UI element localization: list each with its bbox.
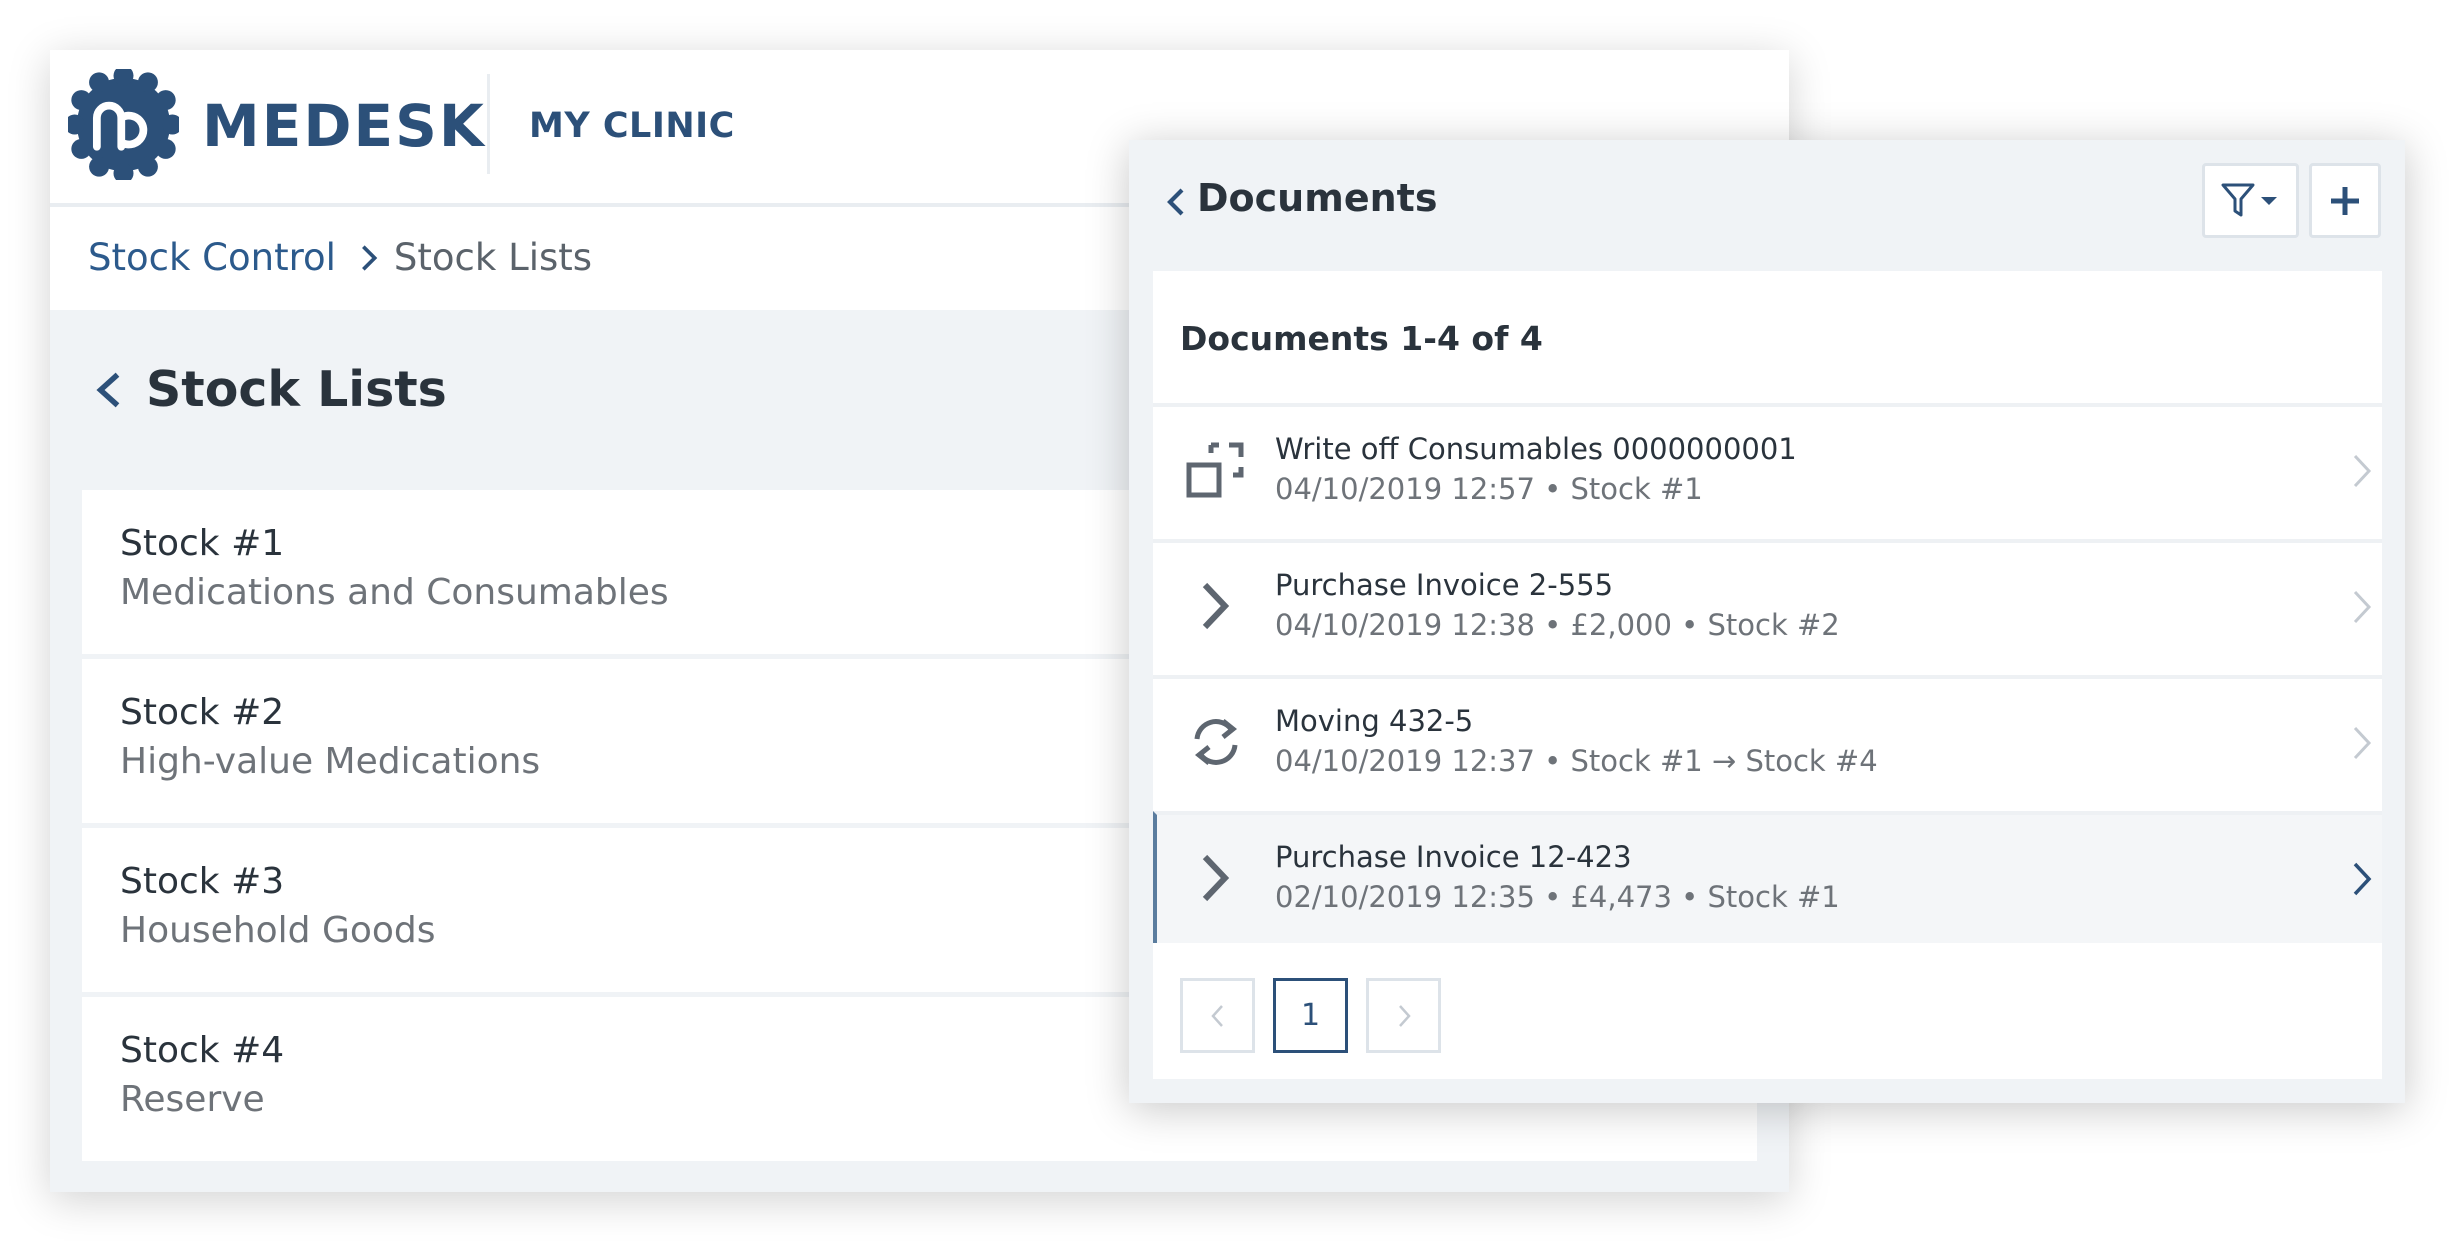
write-off-icon bbox=[1186, 442, 1244, 498]
page-title: Stock Lists bbox=[146, 361, 447, 418]
next-page-button[interactable] bbox=[1366, 978, 1441, 1053]
document-row-selected[interactable]: Purchase Invoice 12-423 02/10/2019 12:35… bbox=[1153, 811, 2382, 943]
chevron-left-icon bbox=[1210, 1004, 1223, 1027]
chevron-right-icon bbox=[2353, 590, 2372, 624]
document-title: Purchase Invoice 12-423 bbox=[1275, 840, 1632, 874]
documents-count: Documents 1-4 of 4 bbox=[1180, 319, 1543, 358]
documents-panel: Documents Documents 1-4 of 4 Write off C… bbox=[1129, 140, 2405, 1103]
document-meta: 04/10/2019 12:37 • Stock #1 → Stock #4 bbox=[1275, 744, 1878, 778]
breadcrumb-stock-control[interactable]: Stock Control bbox=[88, 233, 336, 283]
plus-icon bbox=[2331, 186, 2359, 215]
moving-icon bbox=[1194, 719, 1238, 765]
chevron-right-icon bbox=[2353, 726, 2372, 760]
document-meta: 04/10/2019 12:38 • £2,000 • Stock #2 bbox=[1275, 608, 1840, 642]
back-chevron-icon[interactable] bbox=[1163, 184, 1189, 220]
document-title: Write off Consumables 0000000001 bbox=[1275, 432, 1797, 466]
prev-page-button[interactable] bbox=[1180, 978, 1255, 1053]
back-chevron-icon[interactable] bbox=[92, 369, 126, 411]
incoming-icon bbox=[1202, 854, 1230, 902]
incoming-icon bbox=[1202, 582, 1230, 630]
documents-title: Documents bbox=[1197, 176, 1438, 220]
chevron-right-icon bbox=[1398, 1004, 1411, 1027]
document-row[interactable]: Write off Consumables 0000000001 04/10/2… bbox=[1153, 403, 2382, 535]
breadcrumb: Stock Control Stock Lists bbox=[88, 233, 592, 283]
clinic-name[interactable]: MY CLINIC bbox=[529, 98, 735, 154]
pagination: 1 bbox=[1180, 978, 1459, 1053]
document-title: Purchase Invoice 2-555 bbox=[1275, 568, 1614, 602]
chevron-right-icon bbox=[361, 245, 378, 271]
medesk-logo-icon[interactable] bbox=[68, 69, 179, 180]
page-title-row: Stock Lists bbox=[92, 358, 447, 422]
chevron-right-icon bbox=[2353, 454, 2372, 488]
filter-button[interactable] bbox=[2202, 163, 2299, 238]
document-row[interactable]: Moving 432-5 04/10/2019 12:37 • Stock #1… bbox=[1153, 675, 2382, 807]
documents-header: Documents bbox=[1129, 140, 2405, 270]
filter-icon bbox=[2221, 183, 2277, 216]
document-meta: 04/10/2019 12:57 • Stock #1 bbox=[1275, 472, 1703, 506]
page-number-button[interactable]: 1 bbox=[1273, 978, 1348, 1053]
document-title: Moving 432-5 bbox=[1275, 704, 1474, 738]
document-row[interactable]: Purchase Invoice 2-555 04/10/2019 12:38 … bbox=[1153, 539, 2382, 671]
document-meta: 02/10/2019 12:35 • £4,473 • Stock #1 bbox=[1275, 880, 1840, 914]
header-divider bbox=[487, 74, 490, 174]
add-document-button[interactable] bbox=[2309, 163, 2381, 238]
breadcrumb-stock-lists: Stock Lists bbox=[393, 236, 593, 279]
chevron-right-icon bbox=[2353, 862, 2372, 896]
documents-card: Documents 1-4 of 4 Write off Consumables… bbox=[1153, 271, 2382, 1079]
document-list: Write off Consumables 0000000001 04/10/2… bbox=[1153, 403, 2382, 947]
brand-name: MEDESK bbox=[202, 92, 486, 160]
